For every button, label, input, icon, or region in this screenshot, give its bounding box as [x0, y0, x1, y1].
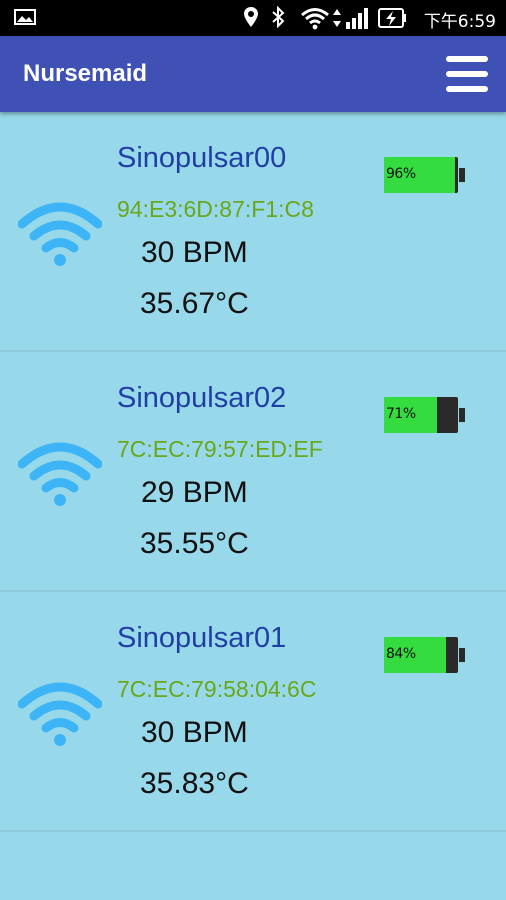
device-list: Sinopulsar00 94:E3:6D:87:F1:C8 30 BPM 35…	[0, 112, 506, 832]
battery-percentage: 71%	[386, 406, 416, 422]
wifi-icon	[18, 202, 102, 266]
device-bpm: 30 BPM	[141, 236, 248, 269]
battery-indicator: 84%	[384, 637, 465, 673]
wifi-icon	[301, 8, 329, 30]
battery-charging-icon	[378, 8, 406, 28]
wifi-icon	[18, 682, 102, 746]
device-name: Sinopulsar00	[117, 142, 287, 174]
battery-percentage: 84%	[386, 646, 416, 662]
location-icon	[244, 7, 258, 27]
status-bar: 下午6:59	[0, 0, 506, 36]
device-bpm: 30 BPM	[141, 716, 248, 749]
battery-indicator: 71%	[384, 397, 465, 433]
battery-indicator: 96%	[384, 157, 465, 193]
app-bar: Nursemaid	[0, 36, 506, 112]
data-arrows-icon	[333, 9, 341, 27]
image-icon	[14, 9, 36, 25]
device-card-sinopulsar01[interactable]: Sinopulsar01 7C:EC:79:58:04:6C 30 BPM 35…	[0, 592, 506, 832]
device-mac: 7C:EC:79:58:04:6C	[117, 676, 317, 702]
device-temperature: 35.67°C	[140, 287, 249, 320]
wifi-icon	[18, 442, 102, 506]
battery-percentage: 96%	[386, 166, 416, 182]
status-time: 下午6:59	[423, 12, 496, 32]
device-bpm: 29 BPM	[141, 476, 248, 509]
signal-icon	[346, 8, 368, 29]
device-mac: 94:E3:6D:87:F1:C8	[117, 196, 314, 222]
device-mac: 7C:EC:79:57:ED:EF	[117, 436, 323, 462]
hamburger-menu-icon[interactable]	[446, 56, 488, 92]
device-temperature: 35.83°C	[140, 767, 249, 800]
device-temperature: 35.55°C	[140, 527, 249, 560]
app-title: Nursemaid	[23, 60, 148, 87]
device-name: Sinopulsar02	[117, 382, 287, 414]
device-card-sinopulsar02[interactable]: Sinopulsar02 7C:EC:79:57:ED:EF 29 BPM 35…	[0, 352, 506, 592]
device-card-sinopulsar00[interactable]: Sinopulsar00 94:E3:6D:87:F1:C8 30 BPM 35…	[0, 112, 506, 352]
bluetooth-icon	[272, 6, 285, 28]
device-name: Sinopulsar01	[117, 622, 287, 654]
